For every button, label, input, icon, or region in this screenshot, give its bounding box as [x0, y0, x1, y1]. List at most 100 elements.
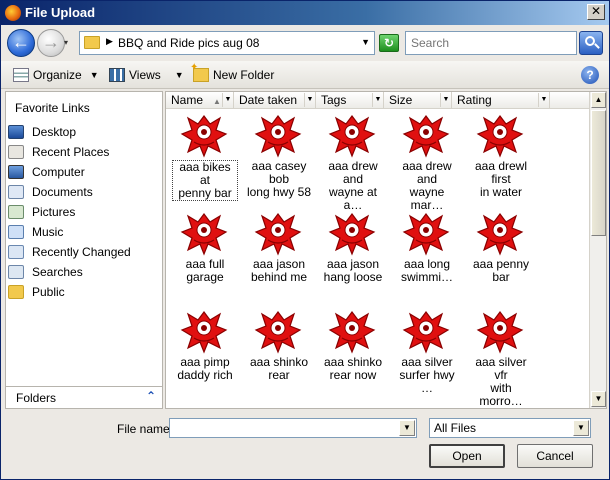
file-name-input[interactable]: [170, 419, 398, 437]
column-header-size[interactable]: Size ▼: [384, 92, 452, 109]
file-name-line: aaa penny bar: [472, 257, 530, 284]
image-thumbnail-icon: [328, 308, 378, 354]
image-thumbnail-icon: [254, 308, 304, 354]
file-item[interactable]: aaa pimp daddy rich: [172, 306, 238, 402]
scroll-down-button[interactable]: ▼: [591, 391, 606, 407]
file-item[interactable]: aaa drew and wayne at a…: [320, 110, 386, 212]
sidebar-item-label: Pictures: [32, 205, 76, 219]
pictures-icon: [8, 205, 24, 219]
sidebar-item-recent-places[interactable]: Recent Places: [6, 142, 162, 162]
column-header-date-taken[interactable]: Date taken ▼: [234, 92, 316, 109]
sidebar-item-desktop[interactable]: Desktop: [6, 122, 162, 142]
sidebar-item-computer[interactable]: Computer: [6, 162, 162, 182]
file-item[interactable]: [246, 404, 312, 408]
image-thumbnail-icon: [254, 210, 304, 256]
views-dropdown-icon[interactable]: ▼: [175, 70, 184, 80]
folder-icon: [84, 36, 100, 49]
file-type-select[interactable]: All Files ▼: [429, 418, 591, 438]
scroll-thumb[interactable]: [591, 110, 606, 236]
file-item[interactable]: aaa drewl first in water: [468, 110, 534, 206]
column-filter-dropdown-icon[interactable]: ▼: [538, 93, 549, 107]
file-name: aaa full garage: [172, 258, 238, 284]
image-thumbnail-icon: [328, 112, 378, 158]
sidebar-item-label: Recent Places: [32, 145, 110, 159]
address-dropdown-icon[interactable]: ▼: [361, 37, 370, 47]
column-header-name[interactable]: Name ▲ ▼: [166, 92, 234, 109]
file-name-line: aaa casey bob: [251, 159, 307, 186]
file-item[interactable]: aaa bikes at penny bar: [172, 110, 238, 206]
image-thumbnail-icon: [402, 112, 452, 158]
vertical-scrollbar[interactable]: ▲ ▼: [589, 92, 606, 408]
refresh-button[interactable]: ↻: [379, 34, 399, 52]
sidebar-item-label: Desktop: [32, 125, 77, 139]
file-item[interactable]: aaa shinko rear: [246, 306, 312, 402]
sidebar-item-recently-changed[interactable]: Recently Changed: [6, 242, 162, 262]
file-name-line: penny bar: [178, 186, 232, 200]
address-row: ← → ▾ ▶ BBQ and Ride pics aug 08 ▼ ↻: [1, 25, 609, 61]
file-item[interactable]: aaa full garage: [172, 208, 238, 304]
file-name: aaa pimp daddy rich: [172, 356, 238, 382]
column-filter-dropdown-icon[interactable]: ▼: [440, 93, 451, 107]
search-button[interactable]: [579, 31, 603, 55]
file-name-line: hang loose: [323, 270, 383, 284]
file-name: aaa silver surfer hwy …: [394, 356, 460, 395]
column-header-label: Rating: [457, 93, 492, 107]
file-item[interactable]: [172, 404, 238, 408]
help-icon[interactable]: ?: [581, 66, 599, 84]
file-item[interactable]: aaa silver vfr with morro…: [468, 306, 534, 408]
forward-button[interactable]: →: [37, 29, 65, 57]
sidebar-item-label: Public: [32, 285, 65, 299]
file-item[interactable]: aaa jason hang loose: [320, 208, 386, 304]
file-item[interactable]: aaa shinko rear now: [320, 306, 386, 402]
column-filter-dropdown-icon[interactable]: ▼: [304, 93, 315, 107]
address-path[interactable]: BBQ and Ride pics aug 08: [118, 36, 259, 50]
cancel-button[interactable]: Cancel: [517, 444, 593, 468]
column-filter-dropdown-icon[interactable]: ▼: [222, 93, 233, 107]
file-item[interactable]: aaa casey bob long hwy 58: [246, 110, 312, 206]
sidebar-item-label: Documents: [32, 185, 93, 199]
sidebar-item-label: Computer: [32, 165, 85, 179]
close-button[interactable]: ✕: [587, 4, 605, 20]
title-bar[interactable]: File Upload ✕: [1, 1, 609, 25]
new-folder-icon: [190, 62, 209, 82]
column-header-rating[interactable]: Rating ▼: [452, 92, 550, 109]
breadcrumb-arrow-icon[interactable]: ▶: [106, 36, 113, 47]
file-name-line: aaa drew and: [402, 159, 452, 186]
file-item[interactable]: [320, 404, 386, 408]
folders-toggle[interactable]: Folders ⌃: [6, 386, 162, 408]
file-name-combobox[interactable]: ▼: [169, 418, 417, 438]
file-item[interactable]: aaa drew and wayne mar…: [394, 110, 460, 212]
column-header-label: Name: [171, 93, 204, 107]
searches-icon: [8, 265, 24, 279]
organize-dropdown-icon: ▼: [89, 70, 99, 80]
sidebar-item-documents[interactable]: Documents: [6, 182, 162, 202]
file-name: aaa shinko rear now: [320, 356, 386, 382]
file-item[interactable]: aaa long swimmi…: [394, 208, 460, 304]
column-headers: Name ▲ ▼ Date taken ▼ Tags ▼ Size ▼ Ratin…: [166, 92, 590, 109]
column-filter-dropdown-icon[interactable]: ▼: [372, 93, 383, 107]
sidebar-item-music[interactable]: Music: [6, 222, 162, 242]
sidebar-item-pictures[interactable]: Pictures: [6, 202, 162, 222]
scroll-up-button[interactable]: ▲: [591, 92, 606, 108]
file-name-line: behind me: [250, 270, 308, 284]
file-item[interactable]: aaa silver surfer hwy …: [394, 306, 460, 402]
new-folder-button[interactable]: New Folder: [190, 62, 274, 83]
address-bar[interactable]: ▶ BBQ and Ride pics aug 08 ▼: [79, 31, 375, 55]
desktop-icon: [8, 125, 24, 139]
search-input[interactable]: [406, 32, 576, 54]
file-name-dropdown-button[interactable]: ▼: [399, 420, 415, 436]
search-box[interactable]: [405, 31, 577, 55]
column-header-tags[interactable]: Tags ▼: [316, 92, 384, 109]
file-type-dropdown-button[interactable]: ▼: [573, 420, 589, 436]
sidebar-item-public[interactable]: Public: [6, 282, 162, 302]
sidebar-item-searches[interactable]: Searches: [6, 262, 162, 282]
file-item[interactable]: aaa jason behind me: [246, 208, 312, 304]
history-dropdown-icon[interactable]: ▾: [64, 38, 74, 48]
views-button[interactable]: Views ▼: [109, 67, 184, 83]
open-button[interactable]: Open: [429, 444, 505, 468]
file-item[interactable]: aaa penny bar: [468, 208, 534, 304]
file-name: aaa jason hang loose: [320, 258, 386, 284]
organize-button[interactable]: Organize ▼: [13, 67, 99, 83]
file-list-pane: Name ▲ ▼ Date taken ▼ Tags ▼ Size ▼ Ratin…: [165, 91, 607, 409]
back-button[interactable]: ←: [7, 29, 35, 57]
